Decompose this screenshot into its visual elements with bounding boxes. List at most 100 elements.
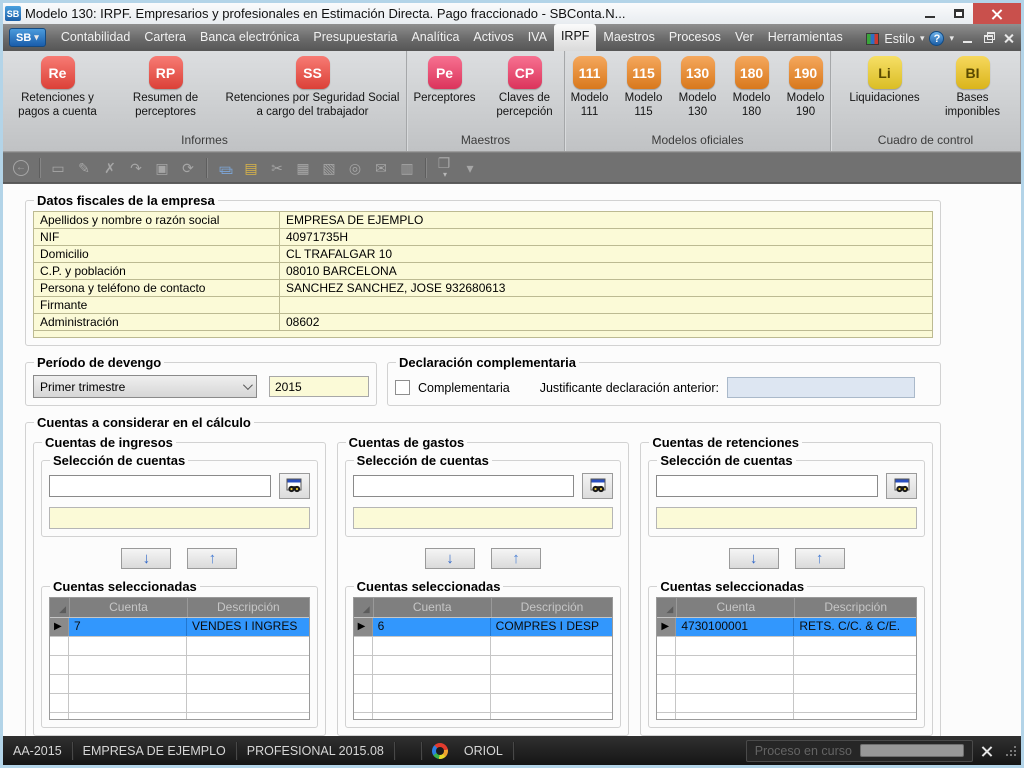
complementaria-title: Declaración complementaria bbox=[396, 355, 579, 370]
ribbon-button-rp[interactable]: RPResumen de perceptores bbox=[111, 55, 221, 119]
windows-button[interactable]: ❐▾ bbox=[432, 156, 456, 180]
menu-item-contabilidad[interactable]: Contabilidad bbox=[54, 25, 138, 51]
remove-account-button-cuentas-de-retenciones[interactable]: ↑ bbox=[795, 548, 845, 569]
preview-button[interactable]: ◎ bbox=[343, 156, 367, 180]
menu-item-analitica[interactable]: Analítica bbox=[404, 25, 466, 51]
ribbon-button-ss[interactable]: SSRetenciones por Seguridad Social a car… bbox=[221, 55, 405, 119]
style-menu[interactable]: Estilo bbox=[884, 32, 915, 46]
select-all-cell[interactable]: ◢ bbox=[657, 598, 676, 617]
process-cancel-button[interactable] bbox=[981, 745, 993, 757]
quick-toolbar: ←▭✎✗↷▣⟳▭▤✂▦▧◎✉▥❐▾▾ bbox=[3, 152, 1021, 183]
app-menu-button[interactable]: SB ▾ bbox=[9, 28, 46, 47]
menu-item-herramientas[interactable]: Herramientas bbox=[761, 25, 850, 51]
account-search-input-cuentas-de-ingresos[interactable] bbox=[49, 475, 271, 497]
ribbon-button-111[interactable]: 111Modelo 111 bbox=[563, 55, 617, 119]
cell-descripcion: COMPRES I DESP bbox=[491, 618, 613, 636]
chevron-down-icon[interactable]: ▾ bbox=[949, 33, 954, 44]
complementaria-checkbox[interactable] bbox=[395, 380, 410, 395]
table-row-empty[interactable] bbox=[50, 636, 309, 655]
table-row-selected[interactable]: ▶4730100001RETS. C/C. & C/E. bbox=[657, 617, 916, 636]
menu-item-ver[interactable]: Ver bbox=[728, 25, 761, 51]
find-account-button-cuentas-de-retenciones[interactable] bbox=[886, 473, 917, 499]
menu-item-maestros[interactable]: Maestros bbox=[596, 25, 661, 51]
menu-item-irpf[interactable]: IRPF bbox=[554, 24, 596, 51]
mdi-close-button[interactable] bbox=[1001, 32, 1017, 46]
ribbon-button-re[interactable]: ReRetenciones y pagos a cuenta bbox=[5, 55, 111, 119]
resize-grip[interactable] bbox=[1005, 745, 1017, 757]
menu-item-procesos[interactable]: Procesos bbox=[662, 25, 728, 51]
report-button[interactable]: ▥ bbox=[395, 156, 419, 180]
table-row-selected[interactable]: ▶7VENDES I INGRES bbox=[50, 617, 309, 636]
table-row-empty[interactable] bbox=[354, 636, 613, 655]
maximize-button[interactable] bbox=[944, 3, 973, 24]
copy-button[interactable]: ▭ bbox=[213, 156, 237, 180]
ribbon-button-190[interactable]: 190Modelo 190 bbox=[779, 55, 833, 119]
fiscal-row-administracion: Administración08602 bbox=[34, 314, 933, 331]
overflow-icon: ▾ bbox=[466, 161, 473, 175]
ribbon-button-bi[interactable]: BIBases imponibles bbox=[932, 55, 1014, 119]
email-button[interactable]: ✉ bbox=[369, 156, 393, 180]
back-button[interactable]: ← bbox=[9, 156, 33, 180]
close-button[interactable] bbox=[973, 3, 1021, 24]
find-account-button-cuentas-de-gastos[interactable] bbox=[582, 473, 613, 499]
print-button[interactable]: ▦ bbox=[291, 156, 315, 180]
justificante-field[interactable] bbox=[727, 377, 915, 398]
print-settings-button[interactable]: ▧ bbox=[317, 156, 341, 180]
divider bbox=[513, 742, 514, 760]
menu-item-cartera[interactable]: Cartera bbox=[137, 25, 193, 51]
table-row-empty[interactable] bbox=[354, 674, 613, 693]
table-row-selected[interactable]: ▶6COMPRES I DESP bbox=[354, 617, 613, 636]
table-row-empty[interactable] bbox=[657, 693, 916, 712]
table-row-empty[interactable] bbox=[50, 693, 309, 712]
save-button[interactable]: ▣ bbox=[150, 156, 174, 180]
menu-item-presupuestaria[interactable]: Presupuestaria bbox=[306, 25, 404, 51]
table-row-empty[interactable] bbox=[657, 655, 916, 674]
year-field[interactable] bbox=[269, 376, 369, 397]
account-search-input-cuentas-de-retenciones[interactable] bbox=[656, 475, 878, 497]
ribbon-button-180[interactable]: 180Modelo 180 bbox=[725, 55, 779, 119]
edit-button[interactable]: ✎ bbox=[72, 156, 96, 180]
email-icon: ✉ bbox=[375, 161, 387, 175]
account-search-input-cuentas-de-gastos[interactable] bbox=[353, 475, 575, 497]
ribbon-button-cp[interactable]: CPClaves de percepción bbox=[484, 55, 566, 119]
menu-item-banca-electronica[interactable]: Banca electrónica bbox=[193, 25, 306, 51]
add-account-button-cuentas-de-ingresos[interactable]: ↓ bbox=[121, 548, 171, 569]
table-row-empty[interactable] bbox=[657, 674, 916, 693]
ribbon-button-li[interactable]: LiLiquidaciones bbox=[838, 55, 932, 106]
delete-button[interactable]: ✗ bbox=[98, 156, 122, 180]
ribbon-button-pe[interactable]: PePerceptores bbox=[406, 55, 484, 106]
table-row-empty[interactable] bbox=[50, 655, 309, 674]
chevron-down-icon[interactable]: ▾ bbox=[920, 33, 925, 44]
minimize-button[interactable] bbox=[915, 3, 944, 24]
menu-item-iva[interactable]: IVA bbox=[521, 25, 554, 51]
redo-button[interactable]: ↷ bbox=[124, 156, 148, 180]
table-row-empty[interactable] bbox=[50, 674, 309, 693]
table-row-empty[interactable] bbox=[354, 655, 613, 674]
cut-button[interactable]: ✂ bbox=[265, 156, 289, 180]
overflow-button[interactable]: ▾ bbox=[458, 156, 482, 180]
table-row-empty[interactable] bbox=[657, 636, 916, 655]
back-icon: ← bbox=[13, 160, 29, 176]
fiscal-value: 40971735H bbox=[280, 229, 933, 246]
mdi-restore-button[interactable] bbox=[980, 32, 996, 46]
paste-button[interactable]: ▤ bbox=[239, 156, 263, 180]
new-button[interactable]: ▭ bbox=[46, 156, 70, 180]
select-all-cell[interactable]: ◢ bbox=[354, 598, 373, 617]
add-account-button-cuentas-de-retenciones[interactable]: ↓ bbox=[729, 548, 779, 569]
add-account-button-cuentas-de-gastos[interactable]: ↓ bbox=[425, 548, 475, 569]
remove-account-button-cuentas-de-ingresos[interactable]: ↑ bbox=[187, 548, 237, 569]
refresh-button[interactable]: ⟳ bbox=[176, 156, 200, 180]
table-row-partial bbox=[657, 712, 916, 719]
select-all-cell[interactable]: ◢ bbox=[50, 598, 69, 617]
ribbon-group-informes: ReRetenciones y pagos a cuentaRPResumen … bbox=[3, 51, 407, 151]
periodo-select[interactable]: Primer trimestre bbox=[33, 375, 257, 398]
maximize-icon bbox=[954, 9, 964, 18]
remove-account-button-cuentas-de-gastos[interactable]: ↑ bbox=[491, 548, 541, 569]
mdi-minimize-button[interactable] bbox=[959, 32, 975, 46]
find-account-button-cuentas-de-ingresos[interactable] bbox=[279, 473, 310, 499]
ribbon-button-130[interactable]: 130Modelo 130 bbox=[671, 55, 725, 119]
help-button[interactable]: ? bbox=[929, 31, 944, 46]
table-row-empty[interactable] bbox=[354, 693, 613, 712]
ribbon-button-115[interactable]: 115Modelo 115 bbox=[617, 55, 671, 119]
menu-item-activos[interactable]: Activos bbox=[466, 25, 520, 51]
